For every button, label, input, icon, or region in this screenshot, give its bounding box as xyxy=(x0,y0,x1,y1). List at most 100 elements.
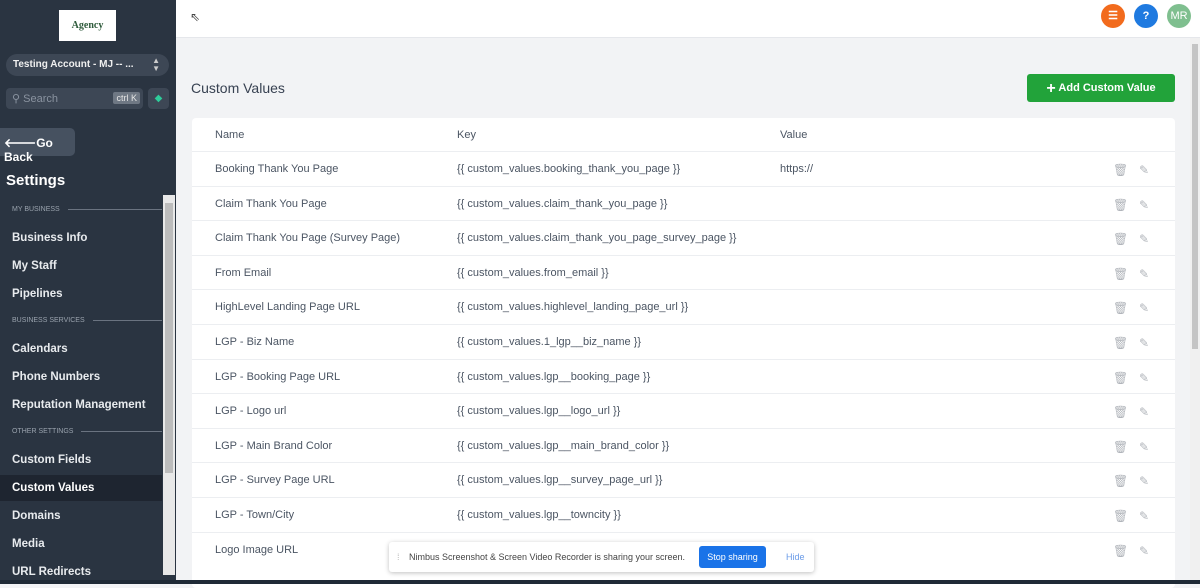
share-message: Nimbus Screenshot & Screen Video Recorde… xyxy=(409,552,685,562)
account-name: Testing Account - MJ -- ... xyxy=(13,59,134,70)
trash-icon[interactable]: 🗑 xyxy=(1113,544,1128,558)
list-icon: ☰ xyxy=(1108,10,1118,22)
pencil-icon[interactable]: ✎ xyxy=(1139,440,1149,454)
search-placeholder: Search xyxy=(23,93,58,105)
row-name: Logo Image URL xyxy=(215,543,299,556)
sparkle-button[interactable]: ◆ xyxy=(148,88,169,109)
row-key: {{ custom_values.highlevel_landing_page_… xyxy=(457,301,689,314)
row-name: LGP - Booking Page URL xyxy=(215,370,341,383)
sidebar-item-custom-fields[interactable]: Custom Fields xyxy=(0,447,162,473)
account-switcher[interactable]: Testing Account - MJ -- ... ▲ ▼ xyxy=(6,54,169,76)
hide-button[interactable]: Hide xyxy=(786,552,805,562)
arrow-left-icon: 🡐 xyxy=(4,136,37,150)
pencil-icon[interactable]: ✎ xyxy=(1139,301,1149,315)
scroll-thumb[interactable] xyxy=(165,203,173,473)
trash-icon[interactable]: 🗑 xyxy=(1113,336,1128,350)
row-name: LGP - Main Brand Color xyxy=(215,439,333,452)
sidebar-item-pipelines[interactable]: Pipelines xyxy=(0,281,162,307)
sidebar-scrollbar[interactable] xyxy=(163,195,175,575)
row-key: {{ custom_values.claim_thank_you_page_su… xyxy=(457,232,737,245)
pencil-icon[interactable]: ✎ xyxy=(1139,474,1149,488)
table-row: LGP - Booking Page URL {{ custom_values.… xyxy=(192,358,1175,394)
top-bar xyxy=(176,0,1200,38)
chevron-updown-icon: ▲ ▼ xyxy=(152,56,160,73)
pencil-icon[interactable]: ✎ xyxy=(1139,371,1149,385)
row-name: LGP - Town/City xyxy=(215,509,295,521)
row-key: {{ custom_values.from_email }} xyxy=(457,266,609,279)
avatar-initials: MR xyxy=(1170,10,1188,22)
row-key: {{ custom_values.booking_thank_you_page … xyxy=(457,163,681,175)
search-shortcut: ctrl K xyxy=(113,92,140,104)
table-row: From Email {{ custom_values.from_email }… xyxy=(192,254,1175,290)
trash-icon[interactable]: 🗑 xyxy=(1113,267,1128,281)
taskbar xyxy=(0,580,1200,584)
plus-icon: + xyxy=(1046,80,1056,97)
trash-icon[interactable]: 🗑 xyxy=(1113,198,1128,212)
row-name: LGP - Biz Name xyxy=(215,336,295,348)
sidebar-item-calendars[interactable]: Calendars xyxy=(0,336,162,362)
page-title: Custom Values xyxy=(191,80,285,96)
agency-logo[interactable]: Agency xyxy=(59,10,116,41)
go-back-button[interactable]: 🡐Go Back xyxy=(0,128,75,164)
table-row: Claim Thank You Page (Survey Page) {{ cu… xyxy=(192,220,1175,255)
help-button[interactable]: ? xyxy=(1134,4,1158,28)
pencil-icon[interactable]: ✎ xyxy=(1139,198,1149,212)
trash-icon[interactable]: 🗑 xyxy=(1113,232,1128,246)
sidebar-item-business-info[interactable]: Business Info xyxy=(0,225,162,251)
trash-icon[interactable]: 🗑 xyxy=(1113,301,1128,315)
page-scrollbar[interactable] xyxy=(1190,38,1200,584)
search-icon: ⚲ xyxy=(12,93,21,105)
table-row: Claim Thank You Page {{ custom_values.cl… xyxy=(192,185,1175,221)
pencil-icon[interactable]: ✎ xyxy=(1139,336,1149,350)
trash-icon[interactable]: 🗑 xyxy=(1113,405,1128,419)
sidebar-item-phone-numbers[interactable]: Phone Numbers xyxy=(0,364,162,390)
row-key: {{ custom_values.1_lgp__biz_name }} xyxy=(457,336,642,348)
trash-icon[interactable]: 🗑 xyxy=(1113,163,1128,177)
pencil-icon[interactable]: ✎ xyxy=(1139,509,1149,523)
row-key: {{ custom_values.claim_thank_you_page }} xyxy=(457,197,668,210)
pencil-icon[interactable]: ✎ xyxy=(1139,267,1149,281)
pencil-icon[interactable]: ✎ xyxy=(1139,544,1149,558)
trash-icon[interactable]: 🗑 xyxy=(1113,509,1128,523)
search-input[interactable]: ⚲ Search ctrl K xyxy=(6,88,143,109)
row-name: LGP - Survey Page URL xyxy=(215,474,335,487)
row-name: From Email xyxy=(215,266,272,279)
row-name: Booking Thank You Page xyxy=(215,163,339,175)
row-value: https:// xyxy=(780,163,814,175)
avatar[interactable]: MR xyxy=(1167,4,1191,28)
table-row: LGP - Town/City {{ custom_values.lgp__to… xyxy=(192,497,1175,532)
table-row: LGP - Biz Name {{ custom_values.1_lgp__b… xyxy=(192,324,1175,359)
pencil-icon[interactable]: ✎ xyxy=(1139,232,1149,246)
sidebar-item-my-staff[interactable]: My Staff xyxy=(0,253,162,279)
trash-icon[interactable]: 🗑 xyxy=(1113,440,1128,454)
sidebar-item-media[interactable]: Media xyxy=(0,531,162,557)
screen-share-bar: ⁞ Nimbus Screenshot & Screen Video Recor… xyxy=(389,542,814,572)
cursor-icon: ⇖ xyxy=(190,10,201,24)
row-key: {{ custom_values.lgp__logo_url }} xyxy=(457,405,621,418)
pencil-icon[interactable]: ✎ xyxy=(1139,163,1149,177)
table-row: LGP - Logo url {{ custom_values.lgp__log… xyxy=(192,393,1175,428)
trash-icon[interactable]: 🗑 xyxy=(1113,474,1128,488)
table-row: Booking Thank You Page {{ custom_values.… xyxy=(192,151,1175,186)
add-custom-value-button[interactable]: + Add Custom Value xyxy=(1027,74,1175,102)
list-button[interactable]: ☰ xyxy=(1101,4,1125,28)
scroll-thumb[interactable] xyxy=(1192,44,1198,349)
sidebar-item-domains[interactable]: Domains xyxy=(0,503,162,529)
column-header-name: Name xyxy=(215,129,245,141)
pencil-icon[interactable]: ✎ xyxy=(1139,405,1149,419)
trash-icon[interactable]: 🗑 xyxy=(1113,371,1128,385)
help-icon: ? xyxy=(1142,10,1150,22)
sidebar-item-custom-values[interactable]: Custom Values xyxy=(0,475,162,501)
row-name: HighLevel Landing Page URL xyxy=(215,301,360,314)
row-name: LGP - Logo url xyxy=(215,405,287,418)
settings-title: Settings xyxy=(6,172,66,189)
row-name: Claim Thank You Page xyxy=(215,197,327,210)
sidebar-item-reputation[interactable]: Reputation Management xyxy=(0,392,162,418)
table-row: LGP - Survey Page URL {{ custom_values.l… xyxy=(192,462,1175,497)
add-label: Add Custom Value xyxy=(1058,82,1156,94)
drag-handle-icon[interactable]: ⁞ xyxy=(397,552,400,562)
stop-sharing-button[interactable]: Stop sharing xyxy=(699,546,766,568)
table-row: LGP - Main Brand Color {{ custom_values.… xyxy=(192,427,1175,463)
table-header: Name Key Value xyxy=(192,118,1175,153)
section-label: MY BUSINESS xyxy=(12,206,162,213)
